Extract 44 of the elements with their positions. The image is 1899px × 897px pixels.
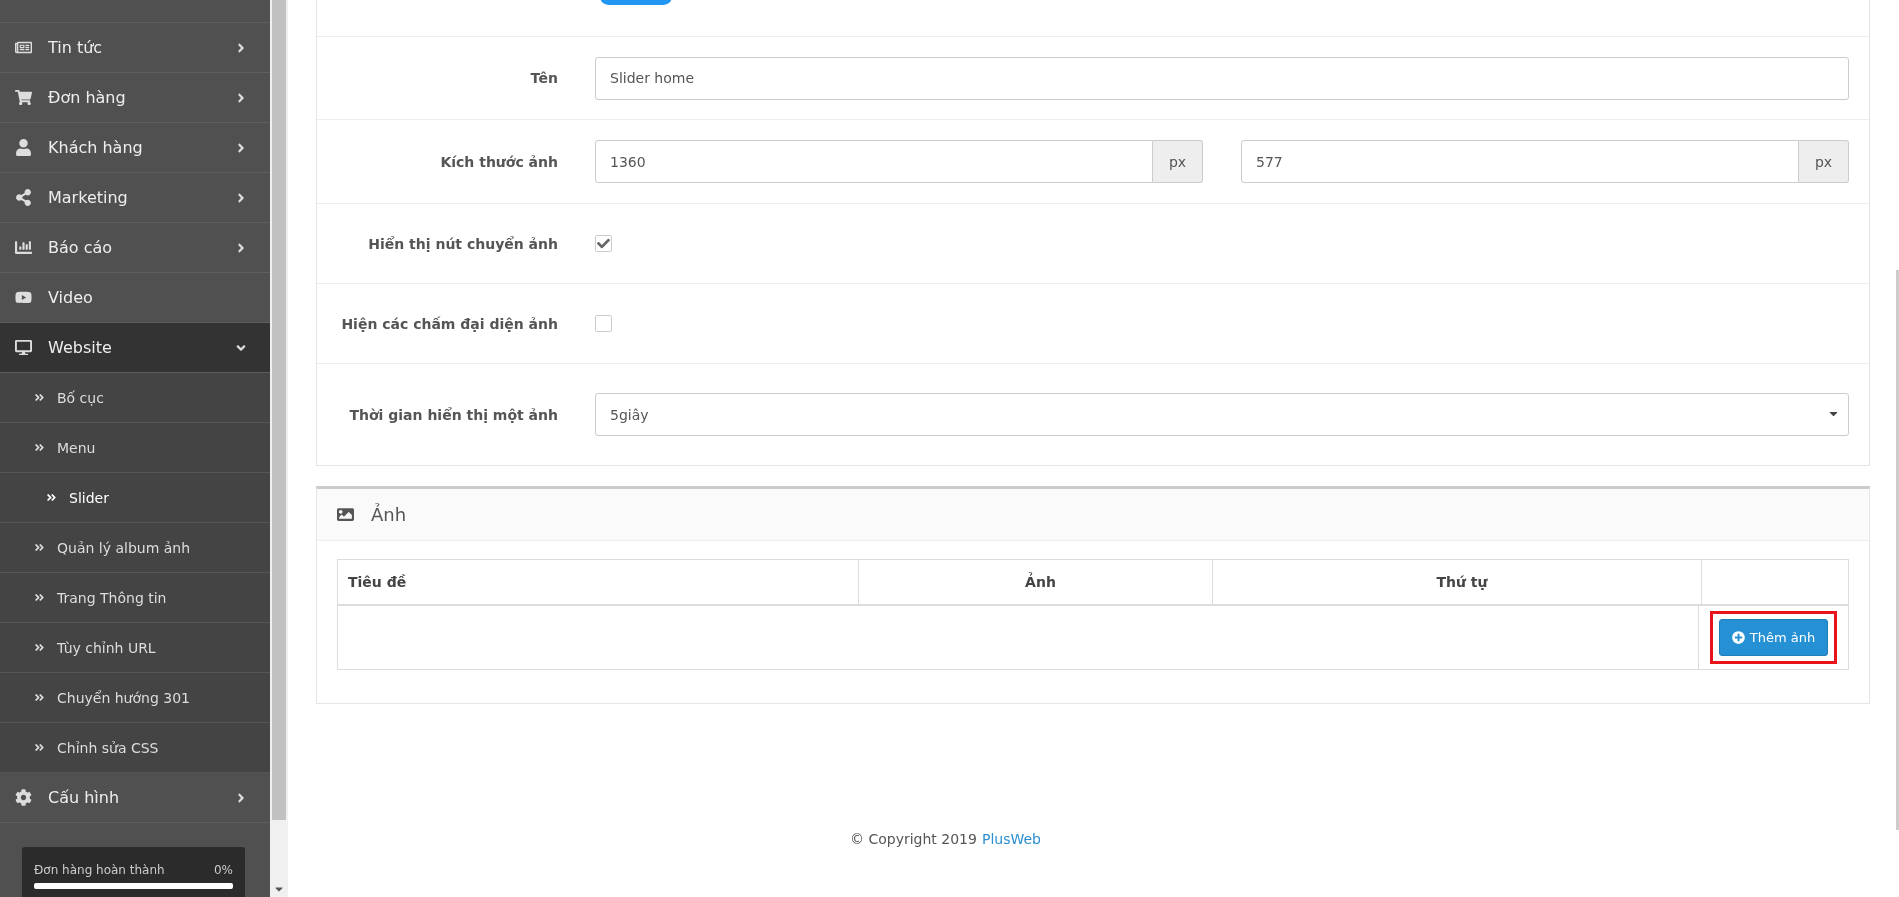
cart-icon [13, 87, 33, 108]
field-label: Hiện các chấm đại diện ảnh [340, 315, 558, 332]
double-chevron-icon [34, 542, 45, 553]
progress-reading: 0% [213, 863, 233, 877]
sidebar-subitem[interactable]: Slider [0, 473, 270, 523]
double-chevron-icon [34, 392, 45, 403]
settings-icon [13, 787, 33, 808]
column-header: Ảnh [859, 560, 1213, 604]
sidebar-item[interactable]: Website [0, 323, 270, 373]
sidebar-subitem[interactable]: Menu [0, 423, 270, 473]
double-chevron-icon [34, 742, 45, 753]
checkbox[interactable] [595, 235, 612, 252]
column-header: Thứ tự [1213, 560, 1702, 604]
scrollbar[interactable] [270, 0, 288, 897]
checkbox[interactable] [595, 315, 612, 332]
progress-label: Đơn hàng hoàn thành [34, 863, 165, 877]
width-input[interactable]: 1360 [595, 140, 1153, 183]
height-input[interactable]: 577 [1241, 140, 1799, 183]
unit-addon: px [1799, 140, 1849, 183]
double-chevron-icon [34, 692, 45, 703]
panel-title: Ảnh [371, 504, 407, 525]
copyright-text: © Copyright 2019 [850, 831, 977, 847]
text-input[interactable]: Slider home [595, 56, 1849, 100]
sidebar-subitem[interactable]: Quản lý album ảnh [0, 523, 270, 573]
double-chevron-icon [34, 442, 45, 453]
share-icon [13, 187, 33, 208]
double-chevron-icon [34, 642, 45, 653]
select-dropdown[interactable]: 5giây [595, 393, 1849, 436]
sidebar-subitem[interactable]: Chỉnh sửa CSS [0, 723, 270, 773]
sidebar-subitem[interactable]: Bố cục [0, 373, 270, 423]
sidebar-subitem[interactable]: Tùy chỉnh URL [0, 623, 270, 673]
double-chevron-icon [46, 492, 57, 503]
monitor-icon [13, 337, 33, 358]
sidebar-subitem[interactable]: Chuyển hướng 301 [0, 673, 270, 723]
footer-link[interactable]: PlusWeb [981, 831, 1041, 847]
sidebar-subitem[interactable]: Trang Thông tin [0, 573, 270, 623]
field-label: Tên [529, 70, 558, 86]
field-label: Hiển thị nút chuyển ảnh [367, 235, 558, 252]
double-chevron-icon [34, 592, 45, 603]
user-icon [13, 137, 33, 158]
field-label: Kích thước ảnh [439, 153, 558, 170]
column-header: Tiêu đề [338, 560, 859, 604]
field-label: Thời gian hiển thị một ảnh [348, 406, 558, 423]
unit-addon: px [1153, 140, 1203, 183]
